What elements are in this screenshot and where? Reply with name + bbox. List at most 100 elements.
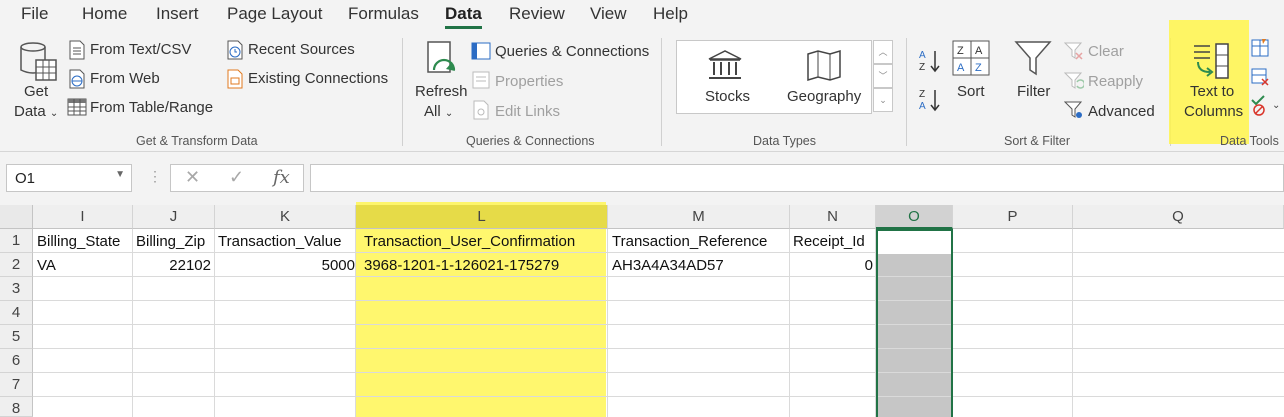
enter-icon[interactable]: ✓: [229, 167, 244, 188]
group-label-queries: Queries & Connections: [466, 134, 595, 148]
row-header-5[interactable]: 5: [0, 325, 33, 349]
cell-l1[interactable]: Transaction_User_Confirmation: [361, 230, 607, 254]
refresh-icon[interactable]: [424, 40, 464, 86]
advanced-button[interactable]: Advanced: [1088, 103, 1155, 120]
get-data-label-1[interactable]: Get: [24, 83, 48, 100]
cell-i2[interactable]: VA: [34, 254, 132, 278]
filter-button[interactable]: Filter: [1017, 83, 1050, 100]
tab-home[interactable]: Home: [82, 4, 127, 24]
text-to-columns-label-2[interactable]: Columns: [1184, 103, 1243, 120]
row-header-2[interactable]: 2: [0, 253, 33, 277]
tab-view[interactable]: View: [590, 4, 627, 24]
chevron-down-icon[interactable]: ▼: [115, 169, 125, 180]
cell-k2[interactable]: 5000: [215, 254, 358, 278]
row-header-1[interactable]: 1: [0, 229, 33, 253]
group-label-data-types: Data Types: [753, 134, 817, 148]
sort-button[interactable]: Sort: [957, 83, 985, 100]
drag-handle-icon[interactable]: ⋮: [148, 168, 162, 185]
select-all-corner[interactable]: [0, 205, 33, 229]
from-web-button[interactable]: From Web: [90, 70, 160, 87]
flash-fill-icon[interactable]: [1250, 38, 1270, 62]
cell-j1[interactable]: Billing_Zip: [133, 230, 214, 254]
bank-icon[interactable]: [706, 49, 744, 85]
row-header-4[interactable]: 4: [0, 301, 33, 325]
grid-line: [33, 324, 1284, 325]
edit-links-icon: [472, 100, 490, 124]
tab-insert[interactable]: Insert: [156, 4, 199, 24]
database-table-icon[interactable]: [18, 40, 58, 88]
reapply-button[interactable]: Reapply: [1088, 73, 1143, 90]
tab-review[interactable]: Review: [509, 4, 565, 24]
spreadsheet-grid: I J K L M N O P Q 1 2 3 4 5 6 7 8 Billin…: [0, 202, 1284, 417]
stocks-button[interactable]: Stocks: [705, 88, 750, 105]
column-header-j[interactable]: J: [133, 205, 215, 229]
cell-i1[interactable]: Billing_State: [34, 230, 132, 254]
cell-n2[interactable]: 0: [790, 254, 876, 278]
row-header-6[interactable]: 6: [0, 349, 33, 373]
clear-button[interactable]: Clear: [1088, 43, 1124, 60]
row-header-7[interactable]: 7: [0, 373, 33, 397]
filter-funnel-icon[interactable]: [1014, 40, 1052, 82]
insert-function-icon[interactable]: fx: [273, 167, 290, 188]
chevron-up-icon[interactable]: ︿: [873, 40, 893, 64]
edit-links-button[interactable]: Edit Links: [495, 103, 560, 120]
more-gallery-icon[interactable]: ⌄: [873, 88, 893, 112]
get-data-label-2[interactable]: Data ⌄: [14, 103, 58, 120]
from-text-csv-button[interactable]: From Text/CSV: [90, 41, 191, 58]
from-table-range-button[interactable]: From Table/Range: [90, 99, 213, 116]
formula-buttons: ✕ ✓ fx: [170, 164, 304, 192]
tab-page-layout[interactable]: Page Layout: [227, 4, 322, 24]
refresh-all-label-2[interactable]: All ⌄: [424, 103, 453, 120]
cancel-icon[interactable]: ✕: [185, 167, 200, 188]
chevron-down-icon: ⌄: [444, 108, 454, 119]
grid-line: [33, 396, 1284, 397]
cell-k1[interactable]: Transaction_Value: [215, 230, 355, 254]
svg-text:A: A: [975, 45, 983, 57]
cell-m1[interactable]: Transaction_Reference: [609, 230, 789, 254]
column-header-q[interactable]: Q: [1073, 205, 1284, 229]
map-icon[interactable]: [805, 49, 843, 85]
sort-dialog-icon[interactable]: ZAAZ: [952, 40, 990, 80]
group-label-sort-filter: Sort & Filter: [1004, 134, 1070, 148]
clear-filter-icon: [1063, 41, 1084, 65]
formula-input[interactable]: [310, 164, 1284, 192]
text-to-columns-icon[interactable]: [1190, 42, 1234, 84]
queries-connections-button[interactable]: Queries & Connections: [495, 43, 649, 60]
column-header-l[interactable]: L: [356, 205, 608, 229]
cell-l2[interactable]: 3968-1201-1-126021-175279: [361, 254, 607, 278]
cell-m2[interactable]: AH3A4A34AD57: [609, 254, 789, 278]
grid-line: [33, 348, 1284, 349]
row-header-3[interactable]: 3: [0, 277, 33, 301]
column-header-p[interactable]: P: [953, 205, 1073, 229]
data-validation-icon[interactable]: ⌄: [1250, 94, 1280, 120]
name-box[interactable]: O1 ▼: [6, 164, 132, 192]
geography-button[interactable]: Geography: [787, 88, 861, 105]
row-header-8[interactable]: 8: [0, 397, 33, 417]
text-to-columns-label-1[interactable]: Text to: [1190, 83, 1234, 100]
sort-za-icon[interactable]: ZA: [918, 87, 942, 117]
column-header-m[interactable]: M: [608, 205, 790, 229]
tab-help[interactable]: Help: [653, 4, 688, 24]
cell-j2[interactable]: 22102: [133, 254, 214, 278]
column-header-n[interactable]: N: [790, 205, 876, 229]
text-file-icon: [68, 40, 86, 64]
recent-sources-button[interactable]: Recent Sources: [248, 41, 355, 58]
formula-bar: O1 ▼ ⋮ ✕ ✓ fx: [0, 152, 1284, 202]
remove-duplicates-icon[interactable]: [1250, 67, 1270, 91]
refresh-all-text: All: [424, 103, 441, 120]
tab-data[interactable]: Data: [445, 4, 482, 29]
group-label-data-tools: Data Tools: [1220, 134, 1279, 148]
sort-az-icon[interactable]: AZ: [918, 48, 942, 78]
tab-file[interactable]: File: [21, 4, 48, 24]
chevron-down-icon[interactable]: ﹀: [873, 64, 893, 88]
column-header-o[interactable]: O: [876, 205, 953, 229]
properties-button[interactable]: Properties: [495, 73, 563, 90]
column-header-k[interactable]: K: [215, 205, 356, 229]
refresh-all-label-1[interactable]: Refresh: [415, 83, 468, 100]
cell-n1[interactable]: Receipt_Id: [790, 230, 875, 254]
existing-connections-button[interactable]: Existing Connections: [248, 70, 388, 87]
tab-formulas[interactable]: Formulas: [348, 4, 419, 24]
column-header-i[interactable]: I: [33, 205, 133, 229]
existing-connections-icon: [226, 69, 244, 93]
group-label-get-transform: Get & Transform Data: [136, 134, 258, 148]
